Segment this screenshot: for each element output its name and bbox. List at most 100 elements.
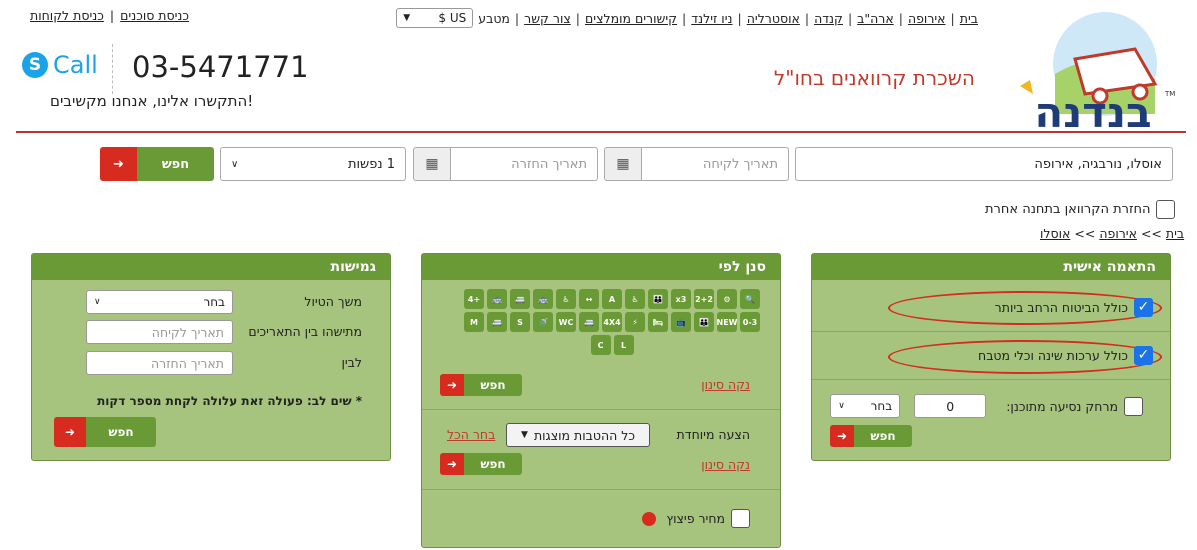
feature-filter-icon[interactable]: ⚙ [717,289,737,309]
agents-login-link[interactable]: כניסת סוכנים [120,8,189,23]
customers-login-link[interactable]: כניסת לקוחות [30,8,104,23]
between-date-input[interactable]: תאריך לקיחה [86,320,233,344]
special-search-button[interactable]: ➜ חפש [440,453,522,475]
feature-filter-icon[interactable]: 2+2 [694,289,714,309]
feature-filter-icon[interactable]: ⚡ [625,312,645,332]
chevron-down-icon: ∨ [94,297,101,307]
feature-filter-icon[interactable]: 🔍 [740,289,760,309]
feature-filter-icon[interactable]: 📺 [671,312,691,332]
feature-filter-icon[interactable]: 🚌 [487,289,507,309]
between-label: מתישהו בין התאריכים [248,324,362,339]
nav-canada[interactable]: קנדה [814,11,843,26]
feature-filter-icon[interactable]: L [613,335,634,355]
divider [422,409,780,410]
breadcrumb-current[interactable]: אוסלו [1040,226,1070,241]
pickup-date-input[interactable]: תאריך לקיחה [703,157,778,172]
feature-filter-icon[interactable]: A [602,289,622,309]
feature-filter-icon[interactable]: 🚐 [510,289,530,309]
insurance-checkbox[interactable]: ✓ [1134,298,1153,317]
feature-filter-icon[interactable]: NEW [717,312,737,332]
select-all-link[interactable]: בחר הכל [447,427,495,442]
feature-filter-icon[interactable]: 0-3 [740,312,760,332]
filter-panel-title: סנן לפי [422,254,780,280]
nav-australia[interactable]: אוסטרליה [747,11,800,26]
distance-input[interactable]: 0 [914,394,987,418]
hot-deal-option: מחיר פיצוץ [642,509,750,528]
phone-number: 03-5471771 [132,50,309,84]
bomb-icon [642,511,657,526]
feature-filter-icon[interactable]: 4X4 [602,312,622,332]
feature-filter-icon[interactable]: S [510,312,530,332]
feature-filter-icon[interactable]: M [464,312,484,332]
feature-filter-icon[interactable]: 🛏 [648,312,668,332]
clear-filter-link[interactable]: נקה סינון [701,457,750,472]
logo[interactable]: TM בנדנה [1005,4,1180,137]
filter-search-button[interactable]: ➜ חפש [440,374,522,396]
pickup-date: ▦ תאריך לקיחה [604,147,789,181]
feature-filter-icon[interactable]: 🚐 [579,312,599,332]
feature-filter-icon[interactable]: ♿ [556,289,576,309]
breadcrumb-europe[interactable]: אירופה [1099,226,1137,241]
personal-panel: התאמה אישית ✓ כולל הביטוח הרחב ביותר ✓ כ… [811,253,1171,461]
flexibility-panel: גמישות משך הטיול בחר ∨ מתישהו בין התאריכ… [31,253,391,461]
distance-checkbox[interactable] [1124,396,1143,416]
logo-text: בנדנה [1034,88,1151,132]
nav-home[interactable]: בית [960,11,978,26]
other-station-label: החזרת הקרוואן בתחנה אחרת [985,202,1151,217]
other-station-option: החזרת הקרוואן בתחנה אחרת [985,200,1176,219]
divider [422,489,780,490]
destination-input[interactable]: אוסלו, נורבגיה, אירופה [795,147,1173,181]
nav-contact[interactable]: צור קשר [524,11,571,26]
to-date-input[interactable]: תאריך החזרה [86,351,233,375]
feature-filter-icon[interactable]: 👪 [648,289,668,309]
feature-filter-icon[interactable]: x3 [671,289,691,309]
nav-new-zealand[interactable]: ניו זילנד [691,11,732,26]
account-links: כניסת לקוחות | כניסת סוכנים [30,8,190,23]
feature-filter-icon[interactable]: 🚐 [487,312,507,332]
hot-deal-checkbox[interactable] [731,509,750,528]
skype-icon: S [22,52,48,78]
caret-down-icon: ▼ [521,430,528,440]
filter-panel: סנן לפי 🔍 ⚙ 2+2 x3 👪 ♿ A ↔ ♿ 🚌 🚐 🚌 +4 0-3 NEW 👪 📺 🛏 ⚡ 4X4 🚐 W… [421,253,781,548]
duration-label: משך הטיול [304,294,362,309]
feature-filter-icon[interactable]: 👪 [694,312,714,332]
nav-usa[interactable]: ארה"ב [857,11,894,26]
other-station-checkbox[interactable] [1156,200,1176,219]
divider [812,379,1170,380]
chevron-down-icon: ∨ [838,401,845,411]
distance-unit-select[interactable]: בחר ∨ [830,394,901,418]
flexibility-panel-title: גמישות [32,254,390,280]
passengers-select[interactable]: 1 נפשות ∨ [220,147,406,181]
personal-search-button[interactable]: ➜ חפש [830,425,912,447]
warning-note: * שים לב: פעולה זאת עלולה לקחת מספר דקות [97,394,362,408]
feature-filter-icon[interactable]: 🚌 [533,289,553,309]
return-date-input[interactable]: תאריך החזרה [511,157,587,172]
search-button[interactable]: ➜ חפש [100,147,214,181]
chevron-down-icon: ▼ [403,13,411,23]
duration-select[interactable]: בחר ∨ [86,290,233,314]
arrow-left-icon: ➜ [54,417,86,447]
flex-search-button[interactable]: ➜ חפש [54,417,156,447]
skype-call-button[interactable]: S Call [22,51,98,79]
currency-select[interactable]: US $ ▼ [396,8,474,28]
nav-europe[interactable]: אירופה [908,11,946,26]
kitchen-checkbox[interactable]: ✓ [1134,346,1153,365]
feature-filter-icon[interactable]: 🚿 [533,312,553,332]
arrow-left-icon: ➜ [440,453,464,475]
feature-filter-icon[interactable]: +4 [464,289,484,309]
feature-filter-icon[interactable]: ♿ [625,289,645,309]
breadcrumb-home[interactable]: בית [1166,226,1184,241]
svg-text:TM: TM [1164,90,1175,98]
calendar-icon[interactable]: ▦ [604,147,642,181]
nav-links[interactable]: קישורים מומלצים [585,11,677,26]
feature-filter-icon[interactable]: C [590,335,611,355]
divider [112,44,113,94]
calendar-icon[interactable]: ▦ [413,147,451,181]
special-offer-select[interactable]: ▼ כל ההטבות מוצגות [506,423,650,447]
chevron-down-icon: ∨ [231,158,239,170]
feature-filter-icon[interactable]: ↔ [579,289,599,309]
personal-panel-title: התאמה אישית [812,254,1170,280]
top-navigation: בית | אירופה | ארה"ב | קנדה | אוסטרליה | ניו … [380,8,978,28]
clear-filter-link[interactable]: נקה סינון [701,377,750,392]
feature-filter-icon[interactable]: WC [556,312,576,332]
